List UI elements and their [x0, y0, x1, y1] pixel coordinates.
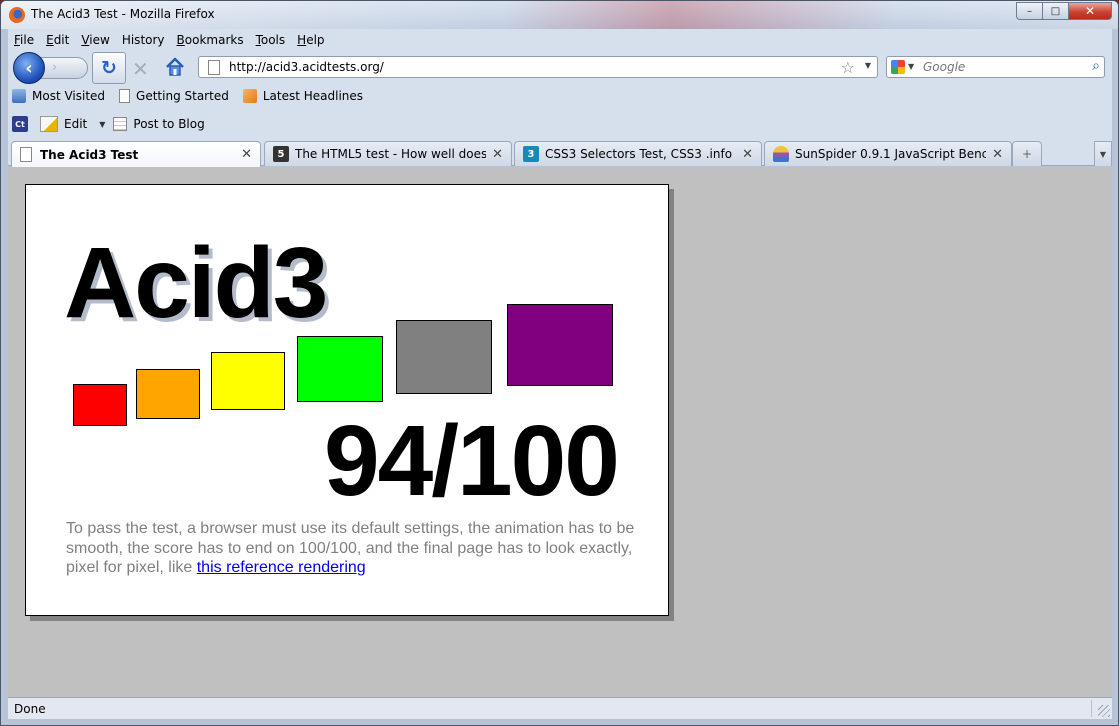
back-button[interactable]: ‹ — [13, 52, 45, 84]
post-to-blog-button[interactable]: Post to Blog — [113, 117, 205, 131]
menu-view[interactable]: View — [75, 31, 115, 51]
maximize-button[interactable]: □ — [1042, 2, 1068, 20]
bucket-1 — [73, 384, 127, 426]
tab-sunspider[interactable]: SunSpider 0.9.1 JavaScript Benchma... ✕ — [764, 141, 1012, 166]
tab-html5-test[interactable]: 5 The HTML5 test - How well does yo... ✕ — [264, 141, 512, 166]
list-all-tabs-button[interactable]: ▼ — [1094, 141, 1112, 166]
edit-label: Edit — [64, 117, 88, 131]
stop-icon: ✕ — [132, 57, 149, 81]
menu-tools[interactable]: Tools — [250, 31, 292, 51]
menu-bookmarks[interactable]: Bookmarks — [171, 31, 250, 51]
tab-close-icon[interactable]: ✕ — [241, 147, 252, 162]
addon-toolbar: Ct Edit ▼ Post to Blog — [8, 113, 209, 135]
bucket-4 — [297, 336, 383, 402]
status-divider — [1091, 700, 1092, 717]
tab-title: The HTML5 test - How well does yo... — [295, 147, 487, 161]
reload-icon: ↻ — [101, 57, 117, 79]
page-viewport: Acid3 94/100 To pass the test, a browser… — [8, 167, 1112, 697]
page-heading: Acid3 — [64, 227, 328, 339]
bookmark-label: Most Visited — [32, 89, 106, 103]
bucket-2 — [136, 369, 200, 419]
chevron-down-icon: ▼ — [1099, 149, 1107, 159]
bookmarks-toolbar: Most Visited Getting Started Latest Head… — [8, 85, 373, 107]
search-icon[interactable]: ⌕ — [1092, 58, 1100, 74]
bookmark-label: Getting Started — [136, 89, 229, 103]
tab-title: The Acid3 Test — [40, 147, 139, 162]
post-to-blog-label: Post to Blog — [133, 117, 205, 131]
css3-icon: 3 — [523, 146, 539, 162]
search-engine-dropdown-icon[interactable]: ▼ — [908, 62, 914, 71]
tab-close-icon[interactable]: ✕ — [492, 147, 503, 162]
back-arrow-icon: ‹ — [25, 57, 33, 79]
tab-bar: The Acid3 Test ✕ 5 The HTML5 test - How … — [8, 139, 1112, 167]
title-bar[interactable]: The Acid3 Test - Mozilla Firefox – □ ✕ — [1, 1, 1118, 29]
reload-button[interactable]: ↻ — [92, 52, 126, 84]
tab-close-icon[interactable]: ✕ — [992, 147, 1003, 162]
stop-button[interactable]: ✕ — [132, 57, 149, 81]
edit-button[interactable]: Edit — [40, 116, 87, 132]
blank-page-icon — [20, 147, 32, 162]
minimize-button[interactable]: – — [1016, 2, 1042, 20]
edit-dropdown-icon[interactable]: ▼ — [99, 120, 105, 129]
url-text[interactable]: http://acid3.acidtests.org/ — [229, 60, 384, 74]
window-title: The Acid3 Test - Mozilla Firefox — [31, 7, 215, 21]
bookmark-star-icon[interactable]: ☆ — [841, 58, 855, 77]
test-description: To pass the test, a browser must use its… — [66, 519, 646, 578]
menu-help[interactable]: Help — [291, 31, 330, 51]
tab-css3-selectors[interactable]: 3 CSS3 Selectors Test, CSS3 .info ✕ — [514, 141, 762, 166]
window-controls: – □ ✕ — [1016, 2, 1112, 20]
google-icon[interactable] — [891, 60, 905, 74]
site-identity-icon[interactable] — [208, 60, 220, 75]
resize-grip-icon[interactable] — [1098, 705, 1110, 717]
ct-addon-icon[interactable]: Ct — [12, 116, 28, 132]
menu-edit[interactable]: Edit — [40, 31, 75, 51]
search-bar: ▼ ⌕ — [886, 56, 1105, 78]
bucket-5 — [396, 320, 492, 394]
navigation-toolbar: › ‹ ↻ ✕ http://acid3.acidtests.org/ ☆ ▼ … — [8, 51, 1112, 84]
tab-close-icon[interactable]: ✕ — [742, 147, 753, 162]
plus-icon: + — [1021, 147, 1033, 161]
forward-button[interactable]: › — [38, 57, 88, 79]
url-history-dropdown-icon[interactable]: ▼ — [865, 61, 871, 70]
bookmark-most-visited[interactable]: Most Visited — [8, 87, 109, 105]
address-bar[interactable]: http://acid3.acidtests.org/ ☆ ▼ — [198, 56, 878, 78]
bookmark-latest-headlines[interactable]: Latest Headlines — [239, 87, 367, 105]
search-input[interactable] — [923, 59, 1083, 75]
blog-icon — [113, 117, 128, 131]
menu-history[interactable]: History — [116, 31, 171, 51]
tab-title: CSS3 Selectors Test, CSS3 .info — [545, 147, 733, 161]
html5-icon: 5 — [273, 146, 289, 162]
home-button[interactable] — [164, 56, 186, 78]
close-window-button[interactable]: ✕ — [1068, 2, 1112, 20]
new-tab-button[interactable]: + — [1012, 141, 1042, 166]
acid3-result-box: Acid3 94/100 To pass the test, a browser… — [25, 184, 669, 616]
menu-file[interactable]: File — [8, 31, 40, 51]
firefox-icon[interactable] — [9, 7, 25, 23]
browser-chrome: File Edit View History Bookmarks Tools H… — [8, 29, 1112, 167]
reference-rendering-link[interactable]: this reference rendering — [197, 559, 366, 576]
bucket-3 — [211, 352, 285, 410]
home-icon — [166, 57, 184, 76]
most-visited-icon — [12, 89, 26, 103]
tab-title: SunSpider 0.9.1 JavaScript Benchma... — [795, 147, 986, 161]
tab-acid3[interactable]: The Acid3 Test ✕ — [11, 141, 261, 167]
browser-window: The Acid3 Test - Mozilla Firefox – □ ✕ F… — [0, 0, 1119, 726]
status-bar: Done — [8, 697, 1112, 719]
menu-bar: File Edit View History Bookmarks Tools H… — [8, 31, 331, 51]
rss-icon — [242, 89, 257, 103]
bookmark-label: Latest Headlines — [262, 89, 364, 103]
menu-history-label: History — [121, 33, 165, 47]
edit-pencil-icon — [40, 116, 58, 132]
status-text: Done — [14, 702, 46, 716]
forward-arrow-icon: › — [52, 60, 58, 75]
bookmark-getting-started[interactable]: Getting Started — [115, 87, 233, 105]
page-icon — [119, 89, 131, 103]
bucket-6 — [507, 304, 613, 386]
sunspider-icon — [773, 146, 789, 162]
score-text: 94/100 — [324, 405, 620, 517]
